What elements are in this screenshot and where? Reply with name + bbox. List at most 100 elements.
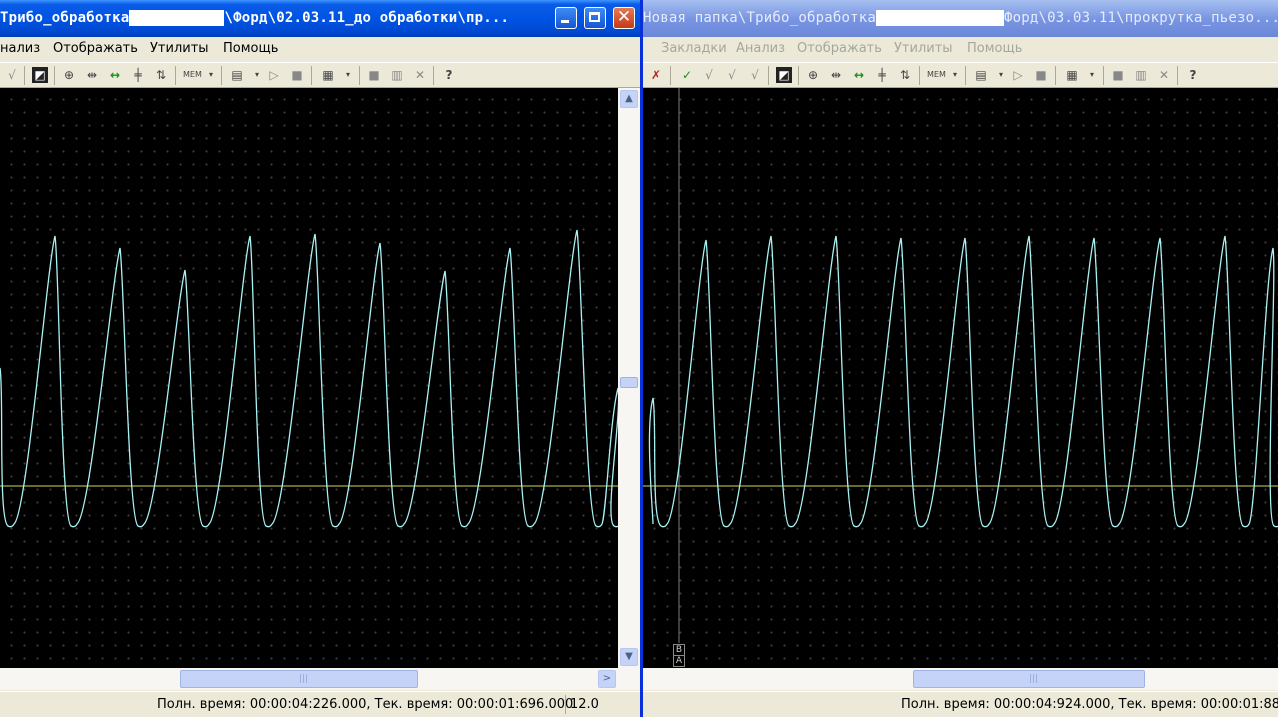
horizontal-scrollbar[interactable]: ||| bbox=[643, 668, 1278, 690]
check-minus-icon[interactable]: √ bbox=[724, 67, 740, 83]
help-icon[interactable]: ? bbox=[441, 67, 457, 83]
marker-icon[interactable]: ⇅ bbox=[897, 67, 913, 83]
cross-icon[interactable]: ✕ bbox=[1156, 67, 1172, 83]
toolbar: √ ◩ ⊕ ⇹ ↔ ╪ ⇅ MEM ▾ ▤ ▾ ▷ ■ ▦ ▾ ■ ▥ ✕ ? bbox=[0, 62, 640, 88]
grid-icon[interactable]: ▥ bbox=[1133, 67, 1149, 83]
check-plus-icon[interactable]: √ bbox=[701, 67, 717, 83]
title-bar[interactable]: Новая папка\Трибо_обработка Форд\03.03.11… bbox=[643, 0, 1278, 37]
scroll-up-button[interactable]: ▲ bbox=[620, 90, 638, 108]
waveform-plot bbox=[0, 229, 618, 528]
toolbar-separator bbox=[1103, 66, 1104, 85]
check-icon[interactable]: ✓ bbox=[679, 67, 695, 83]
toolbar-separator bbox=[798, 66, 799, 85]
stop-icon[interactable]: ■ bbox=[1033, 67, 1049, 83]
abc-icon[interactable]: ▤ bbox=[973, 67, 989, 83]
scroll-right-button[interactable]: > bbox=[598, 670, 616, 688]
stop-square-icon[interactable]: ■ bbox=[366, 67, 382, 83]
cursor-icon[interactable]: ⇹ bbox=[84, 67, 100, 83]
measure-icon[interactable]: ↔ bbox=[851, 67, 867, 83]
help-icon[interactable]: ? bbox=[1185, 67, 1201, 83]
measure-icon[interactable]: ↔ bbox=[107, 67, 123, 83]
menu-utilities[interactable]: Утилиты bbox=[150, 41, 209, 56]
toolbar-separator bbox=[1055, 66, 1056, 85]
status-extra: 12.0 bbox=[570, 697, 599, 712]
status-bar: Полн. время: 00:00:04:226.000, Тек. врем… bbox=[0, 691, 640, 717]
stop-icon[interactable]: ■ bbox=[289, 67, 305, 83]
thumb-grip: ||| bbox=[1029, 674, 1039, 684]
horizontal-scrollbar[interactable]: ||| > bbox=[0, 668, 640, 690]
scroll-down-button[interactable]: ▼ bbox=[620, 648, 638, 666]
redacted-path bbox=[129, 10, 225, 26]
chevron-check-icon[interactable]: √ bbox=[4, 67, 20, 83]
menu-help[interactable]: Помощь bbox=[967, 41, 1022, 56]
play-icon[interactable]: ▷ bbox=[266, 67, 282, 83]
menu-analysis[interactable]: нализ bbox=[0, 41, 40, 56]
maximize-button[interactable] bbox=[584, 7, 606, 29]
menu-display[interactable]: Отображать bbox=[53, 41, 138, 56]
trace-left bbox=[0, 229, 618, 528]
title-suffix: Форд\03.03.11\прокрутка_пьезо... bbox=[1003, 10, 1278, 26]
minimize-button[interactable] bbox=[555, 7, 577, 29]
toolbar-separator bbox=[670, 66, 671, 85]
window-icon[interactable]: ▦ bbox=[1064, 67, 1080, 83]
pin-icon[interactable]: ✗ bbox=[648, 67, 664, 83]
memory-icon[interactable]: MEM bbox=[927, 67, 946, 83]
cursor-icon[interactable]: ⇹ bbox=[828, 67, 844, 83]
left-oscilloscope-window: Трибо_обработка \Форд\02.03.11_до обработ… bbox=[0, 0, 643, 717]
minimize-icon bbox=[561, 20, 569, 23]
dropdown-icon[interactable]: ▾ bbox=[1084, 67, 1100, 83]
window-title: Трибо_обработка \Форд\02.03.11_до обработ… bbox=[0, 10, 509, 26]
play-icon[interactable]: ▷ bbox=[1010, 67, 1026, 83]
toolbar-separator bbox=[768, 66, 769, 85]
close-icon: ✕ bbox=[616, 7, 632, 27]
toolbar-separator bbox=[311, 66, 312, 85]
menu-analysis[interactable]: Анализ bbox=[736, 41, 785, 56]
menu-help[interactable]: Помощь bbox=[223, 41, 278, 56]
close-button[interactable]: ✕ bbox=[613, 7, 635, 29]
dropdown-icon[interactable]: ▾ bbox=[993, 67, 1009, 83]
thumb-grip: ||| bbox=[299, 674, 309, 684]
status-time: Полн. время: 00:00:04:924.000, Тек. врем… bbox=[901, 697, 1278, 712]
stop-square-icon[interactable]: ■ bbox=[1110, 67, 1126, 83]
abc-icon[interactable]: ▤ bbox=[229, 67, 245, 83]
cursor-marker-a[interactable]: A bbox=[673, 655, 685, 667]
dropdown-icon[interactable]: ▾ bbox=[340, 67, 356, 83]
split-icon[interactable]: ╪ bbox=[130, 67, 146, 83]
menu-utilities[interactable]: Утилиты bbox=[894, 41, 953, 56]
status-time: Полн. время: 00:00:04:226.000, Тек. врем… bbox=[157, 697, 574, 712]
menu-display[interactable]: Отображать bbox=[797, 41, 882, 56]
oscilloscope-display[interactable]: B A bbox=[643, 88, 1278, 668]
vertical-scrollbar[interactable]: ▲ ▼ bbox=[618, 88, 640, 668]
dropdown-icon[interactable]: ▾ bbox=[249, 67, 265, 83]
window-icon[interactable]: ▦ bbox=[320, 67, 336, 83]
horizontal-scroll-thumb[interactable]: ||| bbox=[913, 670, 1145, 688]
toolbar-separator bbox=[965, 66, 966, 85]
maximize-icon bbox=[589, 12, 600, 22]
color-panel-icon[interactable]: ◩ bbox=[32, 67, 48, 83]
toolbar-separator bbox=[24, 66, 25, 85]
status-divider bbox=[565, 695, 566, 714]
title-prefix: Новая папка\Трибо_обработка bbox=[643, 10, 876, 26]
horizontal-scroll-thumb[interactable]: ||| bbox=[180, 670, 418, 688]
dropdown-icon[interactable]: ▾ bbox=[947, 67, 963, 83]
zoom-icon[interactable]: ⊕ bbox=[61, 67, 77, 83]
toolbar-separator bbox=[359, 66, 360, 85]
vertical-scroll-thumb[interactable] bbox=[620, 377, 638, 388]
cross-icon[interactable]: ✕ bbox=[412, 67, 428, 83]
grid-icon[interactable]: ▥ bbox=[389, 67, 405, 83]
menu-bookmarks[interactable]: Закладки bbox=[661, 41, 727, 56]
zoom-icon[interactable]: ⊕ bbox=[805, 67, 821, 83]
window-title: Новая папка\Трибо_обработка Форд\03.03.11… bbox=[643, 10, 1278, 26]
status-bar: Полн. время: 00:00:04:924.000, Тек. врем… bbox=[643, 691, 1278, 717]
toolbar-separator bbox=[221, 66, 222, 85]
oscilloscope-display[interactable] bbox=[0, 88, 618, 668]
marker-icon[interactable]: ⇅ bbox=[153, 67, 169, 83]
color-panel-icon[interactable]: ◩ bbox=[776, 67, 792, 83]
toolbar-separator bbox=[1177, 66, 1178, 85]
dropdown-icon[interactable]: ▾ bbox=[203, 67, 219, 83]
title-bar[interactable]: Трибо_обработка \Форд\02.03.11_до обработ… bbox=[0, 0, 640, 37]
menu-bar: Закладки Анализ Отображать Утилиты Помощ… bbox=[643, 37, 1278, 61]
chevron-check-icon[interactable]: √ bbox=[747, 67, 763, 83]
split-icon[interactable]: ╪ bbox=[874, 67, 890, 83]
memory-icon[interactable]: MEM bbox=[183, 67, 202, 83]
